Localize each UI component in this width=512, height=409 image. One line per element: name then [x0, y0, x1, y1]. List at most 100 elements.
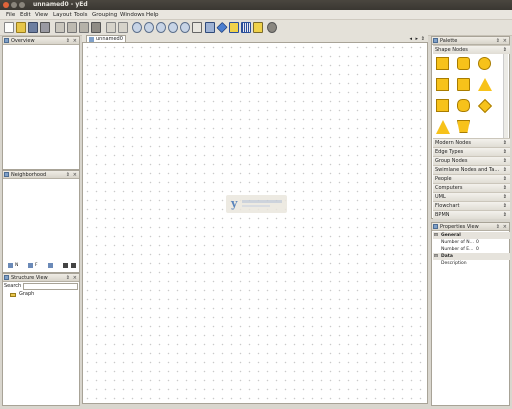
palette-section-swimlane[interactable]: Swimlane Nodes and Ta... ⇕: [433, 165, 510, 174]
minimize-window-button[interactable]: [11, 2, 17, 8]
shape-ellipse[interactable]: [478, 57, 491, 70]
shape-triangle[interactable]: [478, 78, 492, 91]
open-folder-icon[interactable]: [16, 22, 26, 33]
title-bar: unnamed0 - yEd: [0, 0, 512, 10]
close-panel-icon[interactable]: ×: [73, 171, 77, 179]
dock-icon[interactable]: ⇕: [66, 274, 70, 282]
zoom-in-icon[interactable]: [144, 22, 154, 33]
shape-rectangle[interactable]: [436, 57, 449, 70]
neighborhood-panel: Neighborhood ⇕ × N F: [2, 170, 80, 273]
overview-title: Overview: [11, 38, 35, 44]
palette-header: Palette ⇕ ×: [432, 37, 509, 45]
dock-icon[interactable]: ⇕: [496, 37, 500, 45]
delete-icon[interactable]: [91, 22, 101, 33]
palette-section-flowchart[interactable]: Flowchart ⇕: [433, 201, 510, 210]
menu-grouping[interactable]: Grouping: [92, 11, 117, 20]
close-panel-icon[interactable]: ×: [73, 37, 77, 45]
zoom-selection-icon[interactable]: [168, 22, 178, 33]
layout-icon[interactable]: [253, 22, 263, 33]
palette-section-modern-nodes[interactable]: Modern Nodes ⇕: [433, 138, 510, 147]
neighborhood-field-n[interactable]: N: [15, 262, 18, 270]
tree-item-graph[interactable]: Graph: [19, 291, 34, 298]
structure-view-icon: [4, 275, 9, 280]
menu-edit[interactable]: Edit: [20, 11, 31, 20]
properties-icon[interactable]: [267, 22, 277, 33]
properties-group-data[interactable]: ⊟ Data: [433, 253, 510, 260]
snap-icon[interactable]: [216, 21, 228, 34]
paste-icon[interactable]: [79, 22, 89, 33]
shape-trapezoid[interactable]: [457, 120, 470, 133]
menu-windows[interactable]: Windows: [120, 11, 145, 20]
menu-bar: File Edit View Layout Tools Grouping Win…: [0, 10, 512, 20]
menu-view[interactable]: View: [35, 11, 48, 20]
neighborhood-header: Neighborhood ⇕ ×: [3, 171, 79, 179]
shape-octagon[interactable]: [457, 99, 470, 112]
dock-icon[interactable]: ⇕: [496, 223, 500, 231]
neighborhood-filter-icon[interactable]: [28, 263, 33, 268]
fit-content-icon[interactable]: [192, 22, 202, 33]
shape-rectangle-3[interactable]: [457, 78, 470, 91]
graph-canvas[interactable]: y: [82, 42, 428, 404]
dock-icon[interactable]: ⇕: [66, 37, 70, 45]
neighborhood-depth-icon[interactable]: [48, 263, 53, 268]
zoom-out-icon[interactable]: [156, 22, 166, 33]
properties-view-panel: Properties View ⇕ × ⊟ General Number of …: [431, 222, 510, 406]
shape-diamond[interactable]: [477, 98, 493, 114]
toolbar: [0, 20, 512, 36]
neighborhood-field-f[interactable]: F: [35, 262, 38, 270]
palette-section-bpmn[interactable]: BPMN ⇕: [433, 210, 510, 219]
close-window-button[interactable]: [3, 2, 9, 8]
orthogonal-edges-icon[interactable]: [241, 22, 251, 33]
palette-section-group-nodes[interactable]: Group Nodes ⇕: [433, 156, 510, 165]
menu-file[interactable]: File: [6, 11, 15, 20]
shape-square[interactable]: [436, 99, 449, 112]
properties-view-title: Properties View: [440, 224, 479, 230]
neighborhood-controls: N F: [8, 262, 78, 270]
undo-icon[interactable]: [106, 22, 116, 33]
overview-panel: Overview ⇕ ×: [2, 36, 80, 170]
redo-icon[interactable]: [118, 22, 128, 33]
edit-mode-icon[interactable]: [205, 22, 215, 33]
dock-icon[interactable]: ⇕: [66, 171, 70, 179]
neighborhood-mode-icon[interactable]: [8, 263, 13, 268]
shape-rectangle-2[interactable]: [436, 78, 449, 91]
close-panel-icon[interactable]: ×: [503, 223, 507, 231]
collapse-icon: ⊟: [434, 233, 438, 238]
menu-tools[interactable]: Tools: [74, 11, 88, 20]
palette-section-edge-types[interactable]: Edge Types ⇕: [433, 147, 510, 156]
property-row-description: Description: [441, 261, 467, 266]
menu-layout[interactable]: Layout: [53, 11, 72, 20]
search-input[interactable]: [23, 283, 78, 290]
save-as-icon[interactable]: [40, 22, 50, 33]
palette-scrollbar[interactable]: [503, 54, 508, 140]
palette-section-uml[interactable]: UML ⇕: [433, 192, 510, 201]
structure-view-title: Structure View: [11, 275, 48, 281]
cut-icon[interactable]: [55, 22, 65, 33]
shape-rounded-rectangle[interactable]: [457, 57, 470, 70]
yed-watermark-logo: y: [226, 195, 287, 213]
menu-help[interactable]: Help: [146, 11, 159, 20]
grid-icon[interactable]: [229, 22, 239, 33]
close-panel-icon[interactable]: ×: [503, 37, 507, 45]
close-panel-icon[interactable]: ×: [73, 274, 77, 282]
neighborhood-apply-icon[interactable]: [63, 263, 68, 268]
palette-section-people[interactable]: People ⇕: [433, 174, 510, 183]
palette-title: Palette: [440, 38, 458, 44]
copy-icon[interactable]: [67, 22, 77, 33]
palette-section-computers[interactable]: Computers ⇕: [433, 183, 510, 192]
save-icon[interactable]: [28, 22, 38, 33]
neighborhood-refresh-icon[interactable]: [71, 263, 76, 268]
properties-group-general[interactable]: ⊟ General: [433, 232, 510, 239]
zoom-fit-icon[interactable]: [180, 22, 190, 33]
folder-icon: [10, 293, 16, 297]
overview-icon: [4, 38, 9, 43]
structure-view-panel: Structure View ⇕ × Search Graph: [2, 273, 80, 406]
maximize-window-button[interactable]: [19, 2, 25, 8]
structure-view-header: Structure View ⇕ ×: [3, 274, 79, 282]
shape-grid: [433, 54, 497, 140]
new-document-icon[interactable]: [4, 22, 14, 33]
neighborhood-title: Neighborhood: [11, 172, 47, 178]
palette-section-shape-nodes[interactable]: Shape Nodes ⇕: [433, 45, 510, 54]
shape-triangle-2[interactable]: [436, 120, 450, 134]
zoom-original-icon[interactable]: [132, 22, 142, 33]
